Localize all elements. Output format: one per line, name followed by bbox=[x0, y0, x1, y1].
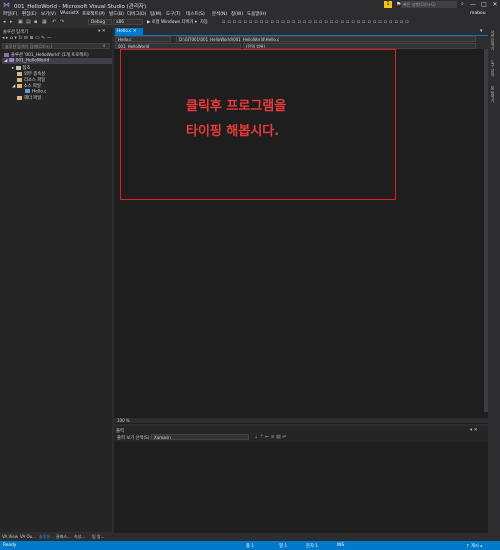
menu-team[interactable]: 팀(M) bbox=[150, 11, 162, 17]
zoom-level[interactable]: 100 % bbox=[117, 418, 130, 423]
notification-flag-icon[interactable]: 1 bbox=[384, 1, 392, 8]
tab-va-view[interactable]: VA View bbox=[2, 534, 18, 539]
close-button[interactable]: ✕ bbox=[490, 0, 500, 9]
menu-debug[interactable]: 디버그(D) bbox=[127, 11, 146, 17]
visual-studio-logo-icon: ⋈ bbox=[3, 1, 10, 9]
tab-toolbox[interactable]: 도구 상자 bbox=[491, 60, 496, 76]
user-account[interactable]: mabou bbox=[470, 11, 486, 16]
output-text-area[interactable] bbox=[114, 442, 488, 533]
menu-help[interactable]: 도움말(H) bbox=[247, 11, 266, 17]
menu-edit[interactable]: 편집(E) bbox=[22, 11, 37, 17]
project-icon bbox=[8, 58, 14, 62]
file-nav-select[interactable]: Hello.c bbox=[115, 36, 171, 42]
menu-window[interactable]: 창(W) bbox=[231, 11, 243, 17]
solution-explorer-panel bbox=[0, 28, 112, 533]
solution-search-input[interactable]: 솔루션 탐색기 검색(Ctrl+;) bbox=[2, 43, 110, 49]
search-icon[interactable]: ⌕ bbox=[461, 1, 464, 7]
solution-explorer-title: 솔루션 탐색기 bbox=[3, 30, 29, 35]
document-tab-strip bbox=[114, 28, 488, 36]
folder-icon bbox=[17, 77, 22, 82]
tab-va-outline[interactable]: VA Ou... bbox=[20, 534, 36, 539]
publish-button[interactable]: ↑ 게시 ▴ bbox=[466, 543, 482, 549]
tree-project[interactable]: ◢ 001_HelloWorld bbox=[2, 58, 112, 64]
quick-launch-input[interactable]: 빠른 실행(Ctrl+Q) bbox=[401, 1, 457, 8]
tab-server-explorer[interactable]: 서버 탐색기 bbox=[491, 30, 496, 50]
tab-solution-explorer[interactable]: 솔루션... bbox=[39, 534, 54, 540]
annotation-text: 클릭후 프로그램을 타이핑 해봅시다. bbox=[186, 94, 286, 144]
start-debugging-button[interactable]: ▶ 로컬 Windows 디버거 ▾ bbox=[147, 19, 197, 25]
configuration-select[interactable]: Debug bbox=[88, 18, 112, 25]
tab-team-explorer-right[interactable]: 팀 탐색기 bbox=[491, 86, 496, 102]
debug-toolbar-icons[interactable]: ▫▫▫▫▫▫▫▫▫▫▫▫▫▫▫▫▫▫▫▫▫▫▫▫▫▫▫▫▫▫▫▫▫▫▫ bbox=[222, 19, 411, 25]
c-file-icon bbox=[25, 89, 30, 93]
solution-explorer-toolbar-icons[interactable]: ◂ ▸ ⌂ ▾ ↻ ⊟ ⊞ ▭ ✎ — bbox=[2, 36, 51, 41]
tab-properties[interactable]: 속성... bbox=[74, 534, 85, 540]
search-icon: ⌕ bbox=[103, 44, 106, 49]
menu-project[interactable]: 프로젝트(P) bbox=[82, 11, 105, 17]
path-nav-select[interactable]: D:\GIT001\001_HelloWorld\001_HelloWorld\… bbox=[176, 36, 476, 42]
status-line: 줄 1 bbox=[246, 544, 255, 549]
back-icon[interactable]: ◂ bbox=[3, 19, 6, 25]
folder-icon bbox=[17, 71, 22, 76]
tab-class-view[interactable]: 클래스... bbox=[56, 534, 71, 540]
new-project-icon[interactable]: ▣ bbox=[18, 19, 23, 25]
open-file-icon[interactable]: ▤ bbox=[26, 19, 31, 25]
window-title: 001_HelloWorld - Microsoft Visual Studio… bbox=[14, 4, 147, 10]
horizontal-scrollbar[interactable] bbox=[114, 418, 488, 423]
references-icon bbox=[15, 65, 21, 70]
output-source-label: 출력 보기 선택(S): bbox=[117, 436, 151, 441]
menu-analyze[interactable]: 분석(N) bbox=[212, 11, 227, 17]
panel-pin-icon[interactable]: ▾ ✕ bbox=[470, 428, 477, 433]
redo-icon[interactable]: ↷ bbox=[60, 19, 64, 25]
annotation-line-2: 타이핑 해봅시다. bbox=[186, 124, 280, 139]
status-char: 문자 1 bbox=[306, 544, 319, 549]
tab-hello-c[interactable]: Hello.c ✕ bbox=[115, 28, 143, 35]
output-title: 출력 bbox=[116, 429, 124, 434]
menu-test[interactable]: 테스트(S) bbox=[186, 11, 205, 17]
output-toolbar-icons[interactable]: ⇣ ⇡ ⇤ ⊘ ▤ ⇌ bbox=[254, 435, 286, 440]
solution-icon bbox=[4, 52, 9, 57]
panel-pin-icon[interactable]: ▾ ✕ bbox=[98, 29, 105, 34]
save-icon[interactable]: ▪ bbox=[34, 19, 37, 25]
tab-dropdown-icon[interactable]: ▾ bbox=[480, 28, 483, 34]
folder-icon bbox=[17, 95, 22, 100]
minimize-button[interactable]: — bbox=[468, 0, 478, 9]
status-ready: Ready bbox=[3, 543, 17, 548]
menu-build[interactable]: 빌드(B) bbox=[109, 11, 124, 17]
platform-select[interactable]: x86 bbox=[113, 18, 143, 25]
maximize-button[interactable]: □ bbox=[479, 0, 489, 9]
tree-header-files[interactable]: 헤더 파일 bbox=[17, 95, 41, 101]
tab-team-explorer[interactable]: 팀 탐... bbox=[92, 534, 104, 540]
forward-icon[interactable]: ▸ bbox=[10, 19, 13, 25]
menu-vassistx[interactable]: VAssistX bbox=[60, 11, 79, 16]
save-all-icon[interactable]: ▦ bbox=[42, 19, 47, 25]
menu-view[interactable]: 보기(V) bbox=[41, 11, 56, 17]
output-source-select[interactable]: Xamarin bbox=[151, 434, 249, 440]
tree-hello-c[interactable]: Hello.c bbox=[25, 89, 47, 95]
annotation-line-1: 클릭후 프로그램을 bbox=[186, 99, 287, 114]
folder-icon bbox=[16, 83, 22, 88]
status-column: 열 1 bbox=[279, 544, 288, 549]
vertical-scrollbar[interactable] bbox=[484, 49, 488, 412]
auto-select[interactable]: 자동 bbox=[200, 19, 208, 25]
menu-tools[interactable]: 도구(T) bbox=[166, 11, 181, 17]
menu-file[interactable]: 파일(F) bbox=[3, 11, 17, 17]
status-insert-mode: INS bbox=[337, 543, 345, 548]
undo-icon[interactable]: ↶ bbox=[52, 19, 56, 25]
